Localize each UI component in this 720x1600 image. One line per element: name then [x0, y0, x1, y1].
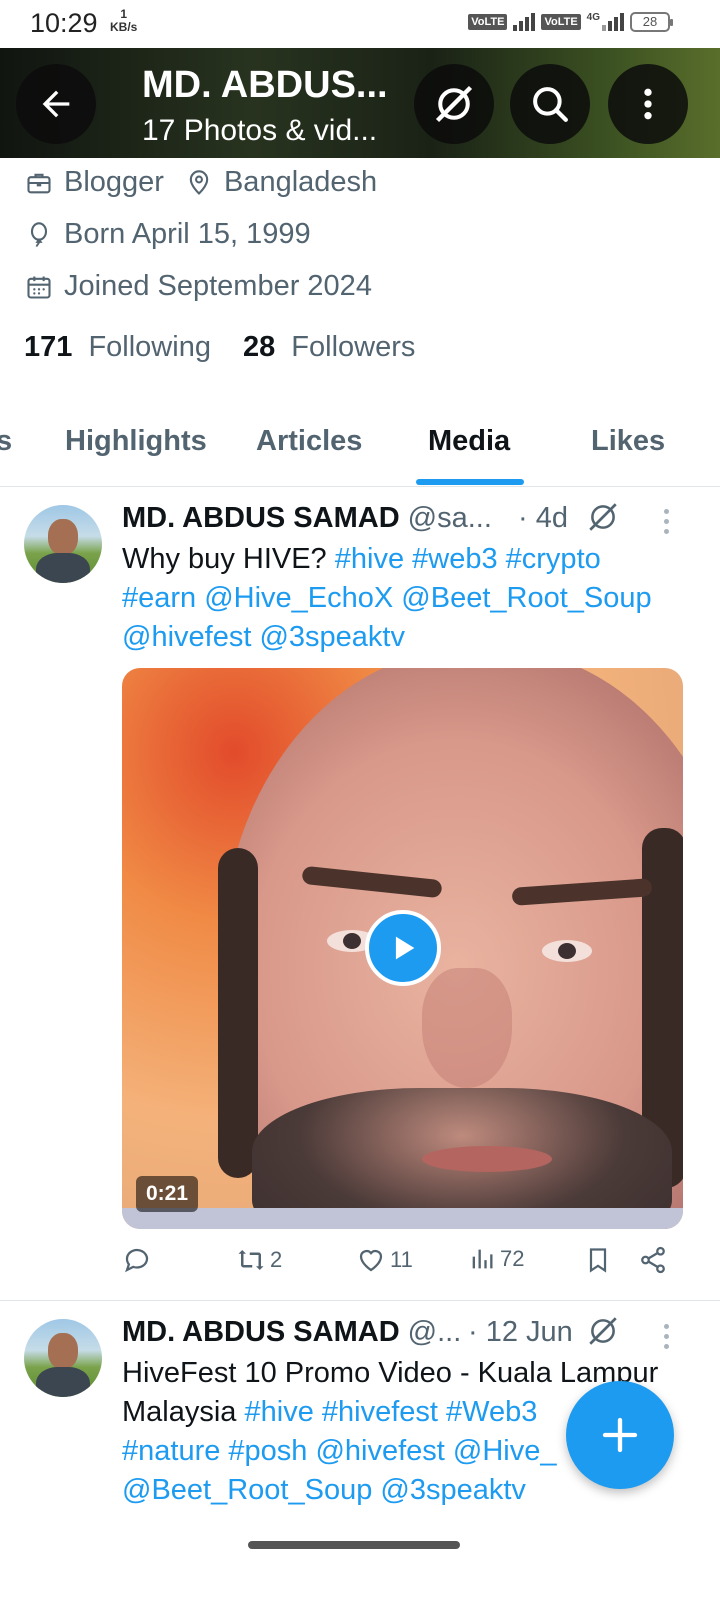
post-header: MD. ABDUS SAMAD @sa... — [122, 502, 492, 535]
avatar[interactable] — [24, 1319, 102, 1397]
hashtags[interactable]: #earn @Hive_EchoX @Beet_Root_Soup — [122, 579, 682, 618]
profile-born: Born April 15, 1999 — [64, 218, 311, 250]
more-button[interactable] — [608, 64, 688, 144]
retweet-button[interactable]: 2 — [236, 1245, 282, 1275]
retweet-icon — [238, 1250, 264, 1270]
back-button[interactable] — [16, 64, 96, 144]
volte-badge: VoLTE — [468, 14, 508, 30]
follow-stats: 171 Following 28 Followers — [24, 331, 415, 364]
post-more-icon[interactable] — [664, 1324, 670, 1354]
author-handle[interactable]: @... — [408, 1316, 462, 1349]
location-icon — [184, 168, 214, 198]
tab-replies[interactable]: s — [0, 425, 12, 458]
video-thumbnail[interactable]: 0:21 — [122, 668, 683, 1229]
view-count: 72 — [500, 1246, 525, 1271]
signal-icon — [513, 13, 536, 31]
arrow-left-icon — [42, 90, 70, 118]
status-time: 10:29 — [30, 8, 98, 38]
battery-icon: 28 — [630, 12, 673, 32]
following-link[interactable]: 171 Following — [24, 331, 211, 364]
bookmark-icon — [589, 1248, 607, 1273]
balloon-icon — [24, 220, 54, 250]
plus-icon — [602, 1417, 638, 1453]
network-speed: 1 KB/s — [110, 7, 138, 34]
post-date[interactable]: · 4d — [518, 502, 568, 535]
author-name[interactable]: MD. ABDUS SAMAD — [122, 1316, 400, 1349]
heart-icon — [359, 1249, 383, 1272]
author-handle[interactable]: @sa... — [408, 502, 492, 535]
home-indicator[interactable] — [248, 1541, 460, 1549]
profile-joined-row: Joined September 2024 — [24, 270, 372, 303]
post-header: MD. ABDUS SAMAD @... — [122, 1316, 461, 1349]
play-button[interactable] — [365, 910, 441, 986]
volte-badge-2: VoLTE — [541, 14, 581, 30]
bookmark-button[interactable] — [584, 1245, 612, 1275]
signal-icon-2 — [602, 13, 624, 31]
share-button[interactable] — [638, 1245, 668, 1275]
reply-icon — [125, 1248, 149, 1273]
status-icons: VoLTE VoLTE 4G 28 — [468, 12, 673, 32]
profile-location: Bangladesh — [223, 166, 378, 198]
views-icon — [472, 1249, 493, 1269]
following-label: Following — [88, 331, 211, 363]
search-icon — [533, 87, 568, 122]
post-date[interactable]: · 12 Jun — [468, 1316, 573, 1349]
play-icon — [395, 936, 415, 960]
active-tab-indicator — [416, 479, 524, 485]
like-button[interactable]: 11 — [356, 1245, 413, 1275]
post-divider — [0, 1300, 720, 1301]
profile-joined: Joined September 2024 — [64, 270, 372, 302]
reply-button[interactable] — [122, 1245, 152, 1275]
followers-count: 28 — [242, 331, 276, 363]
status-bar: 10:29 1 KB/s VoLTE VoLTE 4G 28 — [0, 0, 720, 48]
hashtags[interactable]: #hive #web3 #crypto — [335, 543, 601, 575]
followers-label: Followers — [291, 331, 416, 363]
mentions[interactable]: @hivefest @3speaktv — [122, 618, 682, 657]
header-title: MD. ABDUS... — [142, 64, 388, 106]
grok-icon — [435, 85, 473, 123]
followers-link[interactable]: 28 Followers — [243, 331, 415, 364]
retweet-count: 2 — [270, 1247, 283, 1272]
profile-tabs: s Highlights Articles Media Likes — [0, 395, 720, 487]
grok-button[interactable] — [414, 64, 494, 144]
profile-category: Blogger — [64, 166, 164, 198]
post-text: Why buy HIVE? #hive #web3 #crypto #earn … — [122, 540, 682, 657]
like-count: 11 — [390, 1247, 413, 1272]
profile-category-row: Blogger Bangladesh — [24, 166, 377, 199]
post-more-icon[interactable] — [664, 509, 670, 539]
more-vertical-icon — [644, 88, 652, 120]
grok-icon[interactable] — [586, 500, 620, 539]
hashtags[interactable]: #hive #hivefest #Web3 — [245, 1396, 538, 1428]
profile-born-row: Born April 15, 1999 — [24, 218, 311, 251]
author-name[interactable]: MD. ABDUS SAMAD — [122, 502, 400, 535]
avatar[interactable] — [24, 505, 102, 583]
following-count: 171 — [24, 331, 73, 363]
grok-icon[interactable] — [586, 1314, 620, 1353]
search-button[interactable] — [510, 64, 590, 144]
tab-highlights[interactable]: Highlights — [65, 425, 207, 458]
network-type: 4G — [586, 12, 600, 23]
views-button[interactable]: 72 — [468, 1245, 524, 1273]
profile-header: MD. ABDUS... 17 Photos & vid... — [0, 48, 720, 158]
tab-media[interactable]: Media — [428, 425, 510, 458]
briefcase-icon — [24, 168, 54, 198]
compose-button[interactable] — [566, 1381, 674, 1489]
share-icon — [641, 1246, 665, 1274]
post-actions: 2 11 72 — [122, 1245, 702, 1285]
tab-articles[interactable]: Articles — [256, 425, 362, 458]
video-duration: 0:21 — [136, 1176, 199, 1212]
calendar-icon — [24, 272, 54, 302]
tab-likes[interactable]: Likes — [591, 425, 665, 458]
header-subtitle: 17 Photos & vid... — [142, 114, 378, 147]
